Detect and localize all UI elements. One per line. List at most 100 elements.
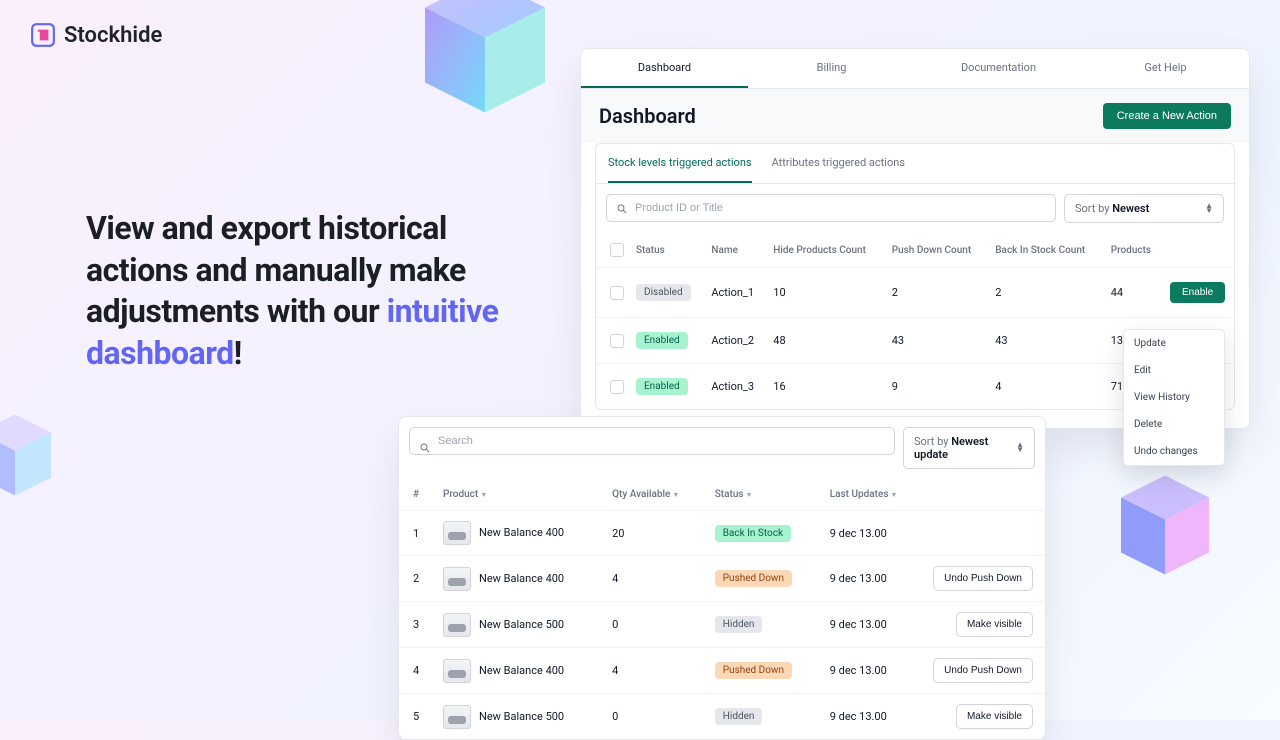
cell-index: 4	[399, 648, 435, 694]
cell-push: 9	[886, 364, 990, 410]
select-all-checkbox[interactable]	[610, 243, 624, 257]
col-index: #	[399, 479, 435, 511]
products-card: Sort by Newest update ▲▼ # Product▼ Qty …	[398, 416, 1046, 740]
status-badge: Back In Stock	[715, 525, 791, 542]
cell-updated: 9 dec 13.00	[822, 556, 925, 602]
cell-push: 2	[886, 268, 990, 318]
dashboard-card: Dashboard Billing Documentation Get Help…	[580, 48, 1250, 429]
dropdown-item-undo-changes[interactable]: Undo changes	[1124, 438, 1224, 465]
row-checkbox[interactable]	[610, 380, 624, 394]
tab-billing[interactable]: Billing	[748, 49, 915, 88]
table-row: 3New Balance 5000 Hidden 9 dec 13.00 Make v…	[399, 602, 1045, 648]
cell-index: 5	[399, 694, 435, 740]
table-row: 4New Balance 4004 Pushed Down 9 dec 13.00 U…	[399, 648, 1045, 694]
col-qty[interactable]: Qty Available▼	[604, 479, 707, 511]
sort-icon: ▲▼	[1016, 443, 1024, 453]
subtab-attributes[interactable]: Attributes triggered actions	[772, 144, 905, 183]
product-thumb	[443, 521, 471, 545]
cell-updated: 9 dec 13.00	[822, 511, 925, 556]
cell-qty: 4	[604, 556, 707, 602]
cell-updated: 9 dec 13.00	[822, 694, 925, 740]
cell-qty: 0	[604, 694, 707, 740]
search-input[interactable]	[606, 194, 1056, 222]
row-checkbox[interactable]	[610, 286, 624, 300]
table-row: 5New Balance 5000 Hidden 9 dec 13.00 Make v…	[399, 694, 1045, 740]
cell-index: 1	[399, 511, 435, 556]
product-thumb	[443, 613, 471, 637]
col-hide: Hide Products Count	[767, 233, 885, 268]
status-badge: Enabled	[636, 378, 688, 395]
col-back: Back In Stock Count	[989, 233, 1104, 268]
product-thumb	[443, 659, 471, 683]
cell-product: New Balance 500	[435, 694, 604, 740]
row-action-button[interactable]: Make visible	[956, 612, 1033, 637]
search-icon	[616, 203, 628, 215]
status-badge: Hidden	[715, 616, 763, 633]
product-thumb	[443, 567, 471, 591]
cell-index: 2	[399, 556, 435, 602]
enable-button[interactable]: Enable	[1170, 282, 1225, 303]
cell-product: New Balance 400	[435, 648, 604, 694]
sort-icon: ▲▼	[1205, 204, 1213, 214]
cell-name: Action_2	[705, 318, 767, 364]
status-badge: Enabled	[636, 332, 688, 349]
dropdown-item-edit[interactable]: Edit	[1124, 357, 1224, 384]
cube-decoration-right	[1110, 470, 1220, 580]
cell-product: New Balance 500	[435, 602, 604, 648]
col-status[interactable]: Status▼	[707, 479, 822, 511]
cell-product: New Balance 400	[435, 511, 604, 556]
tab-get-help[interactable]: Get Help	[1082, 49, 1249, 88]
row-action-button[interactable]: Undo Push Down	[933, 658, 1033, 683]
col-push: Push Down Count	[886, 233, 990, 268]
brand-name: Stockhide	[64, 23, 162, 48]
tab-dashboard[interactable]: Dashboard	[581, 49, 748, 88]
caret-down-icon: ▼	[746, 491, 753, 499]
search-icon	[419, 442, 431, 454]
cell-qty: 20	[604, 511, 707, 556]
create-action-button[interactable]: Create a New Action	[1103, 103, 1231, 129]
subtab-stock-levels[interactable]: Stock levels triggered actions	[608, 144, 752, 183]
cell-back: 43	[989, 318, 1104, 364]
cell-back: 2	[989, 268, 1104, 318]
cell-updated: 9 dec 13.00	[822, 602, 925, 648]
cell-qty: 4	[604, 648, 707, 694]
col-updates[interactable]: Last Updates▼	[822, 479, 925, 511]
dropdown-item-view-history[interactable]: View History	[1124, 384, 1224, 411]
table-row: 2New Balance 4004Pushed Down9 dec 13.00U…	[399, 556, 1045, 602]
brand-logo: Stockhide	[30, 22, 162, 48]
cube-decoration-top	[410, 0, 560, 120]
col-name: Name	[705, 233, 767, 268]
main-tabs: Dashboard Billing Documentation Get Help	[581, 49, 1249, 89]
cell-index: 3	[399, 602, 435, 648]
table-row: DisabledAction_1102244Enable	[596, 268, 1234, 318]
status-badge: Pushed Down	[715, 570, 792, 587]
row-checkbox[interactable]	[610, 334, 624, 348]
dropdown-item-delete[interactable]: Delete	[1124, 411, 1224, 438]
cell-name: Action_1	[705, 268, 767, 318]
products-sort-select[interactable]: Sort by Newest update ▲▼	[903, 427, 1035, 469]
cell-updated: 9 dec 13.00	[822, 648, 925, 694]
status-badge: Hidden	[715, 708, 763, 725]
status-badge: Pushed Down	[715, 662, 792, 679]
cell-hide: 48	[767, 318, 885, 364]
page-title: Dashboard	[599, 104, 696, 128]
col-product[interactable]: Product▼	[435, 479, 604, 511]
dropdown-item-update[interactable]: Update	[1124, 330, 1224, 357]
products-search-input[interactable]	[409, 427, 895, 455]
sort-select[interactable]: Sort by Newest ▲▼	[1064, 194, 1224, 223]
cell-back: 4	[989, 364, 1104, 410]
cell-hide: 10	[767, 268, 885, 318]
cell-push: 43	[886, 318, 990, 364]
cube-decoration-left	[0, 410, 60, 500]
row-action-button[interactable]: Undo Push Down	[933, 566, 1033, 591]
row-action-button[interactable]: Make visible	[956, 704, 1033, 729]
table-row: 1New Balance 40020 Back In Stock 9 dec 13.…	[399, 511, 1045, 556]
status-badge: Disabled	[636, 284, 691, 301]
cell-hide: 16	[767, 364, 885, 410]
cell-products: 44	[1105, 268, 1164, 318]
tab-documentation[interactable]: Documentation	[915, 49, 1082, 88]
cell-qty: 0	[604, 602, 707, 648]
logo-icon	[30, 22, 56, 48]
row-actions-dropdown: UpdateEditView HistoryDeleteUndo changes	[1123, 329, 1225, 466]
col-status: Status	[630, 233, 705, 268]
